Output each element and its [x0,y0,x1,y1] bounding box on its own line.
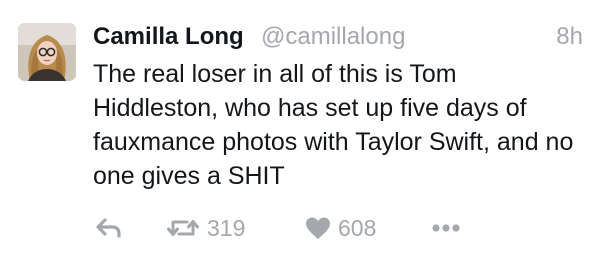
reply-icon [96,218,121,238]
retweet-count: 319 [207,215,246,241]
author-name[interactable]: Camilla Long [93,22,244,52]
timestamp[interactable]: 8h [556,22,583,52]
avatar[interactable] [18,23,76,81]
like-count: 608 [338,215,377,241]
more-icon [432,224,460,232]
like-button[interactable]: 608 [305,213,376,243]
tweet: Camilla Long @camillalong 8h The real lo… [0,0,600,269]
reply-button[interactable] [95,213,123,243]
more-button[interactable] [431,213,461,243]
author-handle[interactable]: @camillalong [261,22,405,52]
retweet-icon [167,220,199,236]
retweet-button[interactable]: 319 [166,213,245,243]
tweet-text: The real loser in all of this is Tom Hid… [93,60,574,190]
heart-icon [306,217,330,239]
avatar-image [18,23,76,81]
